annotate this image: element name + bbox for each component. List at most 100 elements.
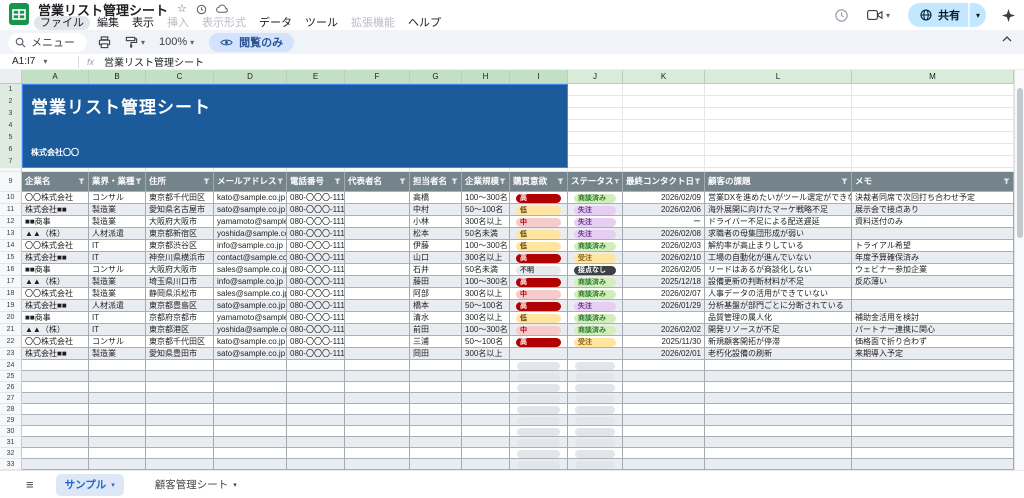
- empty-cell-K27[interactable]: [623, 393, 705, 404]
- empty-cell-J26[interactable]: [568, 382, 623, 393]
- print-button[interactable]: [95, 35, 114, 49]
- status-chip[interactable]: [575, 383, 615, 392]
- cell-J23[interactable]: [568, 348, 623, 360]
- empty-cell-G26[interactable]: [410, 382, 462, 393]
- empty-cell-C32[interactable]: [146, 448, 214, 459]
- cell-A20[interactable]: ■■商事: [22, 312, 89, 324]
- cell-K7[interactable]: [623, 156, 705, 168]
- cell-D22[interactable]: kato@sample.co.jp: [214, 336, 287, 348]
- empty-cell-D28[interactable]: [214, 404, 287, 415]
- cell-L21[interactable]: 開発リソースが不足: [705, 324, 852, 336]
- cell-J14[interactable]: 商談済み: [568, 240, 623, 252]
- empty-cell-F27[interactable]: [345, 393, 410, 404]
- view-mode-button[interactable]: 閲覧のみ: [209, 32, 295, 52]
- row-header-18[interactable]: 18: [0, 288, 22, 300]
- menu-データ[interactable]: データ: [253, 16, 298, 30]
- cell-H11[interactable]: 50〜100名: [462, 204, 510, 216]
- cell-H20[interactable]: 300名以上: [462, 312, 510, 324]
- intent-chip[interactable]: 中: [516, 217, 561, 227]
- cell-D10[interactable]: kato@sample.co.jp: [214, 192, 287, 204]
- empty-cell-E28[interactable]: [287, 404, 345, 415]
- cell-J2[interactable]: [568, 96, 623, 108]
- cell-D19[interactable]: sato@sample.co.jp: [214, 300, 287, 312]
- cell-J13[interactable]: 失注: [568, 228, 623, 240]
- empty-cell-K28[interactable]: [623, 404, 705, 415]
- cell-G10[interactable]: 高橋: [410, 192, 462, 204]
- filter-icon[interactable]: [1003, 178, 1010, 185]
- empty-cell-K24[interactable]: [623, 360, 705, 371]
- cell-M17[interactable]: 反応薄い: [852, 276, 1014, 288]
- all-sheets-icon[interactable]: ≡: [26, 477, 34, 492]
- intent-chip[interactable]: [517, 460, 560, 469]
- cell-L6[interactable]: [705, 144, 852, 156]
- empty-cell-D33[interactable]: [214, 459, 287, 470]
- intent-chip[interactable]: [517, 383, 560, 392]
- meet-video-button[interactable]: ▾: [864, 9, 893, 21]
- status-chip[interactable]: [575, 438, 615, 447]
- sheets-logo-icon[interactable]: [8, 3, 30, 25]
- empty-cell-D24[interactable]: [214, 360, 287, 371]
- cell-B19[interactable]: 人材派遣: [89, 300, 146, 312]
- cell-E10[interactable]: 080-〇〇〇-1111: [287, 192, 345, 204]
- empty-cell-A31[interactable]: [22, 437, 89, 448]
- cell-C12[interactable]: 大阪府大阪市: [146, 216, 214, 228]
- cell-K12[interactable]: ー: [623, 216, 705, 228]
- cell-H17[interactable]: 100〜300名: [462, 276, 510, 288]
- empty-cell-J29[interactable]: [568, 415, 623, 426]
- cell-H19[interactable]: 50〜100名: [462, 300, 510, 312]
- cell-F23[interactable]: [345, 348, 410, 360]
- cell-I21[interactable]: 中: [510, 324, 568, 336]
- menu-ヘルプ[interactable]: ヘルプ: [402, 16, 447, 30]
- intent-chip[interactable]: 低: [516, 241, 561, 251]
- empty-cell-I26[interactable]: [510, 382, 568, 393]
- menu-編集[interactable]: 編集: [91, 16, 125, 30]
- empty-cell-H26[interactable]: [462, 382, 510, 393]
- cell-D13[interactable]: yoshida@sample.co.jp: [214, 228, 287, 240]
- intent-chip[interactable]: [517, 405, 560, 414]
- cell-B22[interactable]: コンサル: [89, 336, 146, 348]
- cell-A18[interactable]: 〇〇株式会社: [22, 288, 89, 300]
- cell-M7[interactable]: [852, 156, 1014, 168]
- cell-M2[interactable]: [852, 96, 1014, 108]
- cell-L12[interactable]: ドライバー不足による配送遅延: [705, 216, 852, 228]
- cell-I20[interactable]: 低: [510, 312, 568, 324]
- cell-J15[interactable]: 受注: [568, 252, 623, 264]
- empty-cell-D26[interactable]: [214, 382, 287, 393]
- empty-cell-H30[interactable]: [462, 426, 510, 437]
- cell-A11[interactable]: 株式会社■■: [22, 204, 89, 216]
- cell-J10[interactable]: 商談済み: [568, 192, 623, 204]
- cell-I17[interactable]: 高: [510, 276, 568, 288]
- cell-E20[interactable]: 080-〇〇〇-1117: [287, 312, 345, 324]
- empty-cell-B31[interactable]: [89, 437, 146, 448]
- empty-cell-F32[interactable]: [345, 448, 410, 459]
- cell-A12[interactable]: ■■商事: [22, 216, 89, 228]
- empty-cell-E32[interactable]: [287, 448, 345, 459]
- empty-cell-B26[interactable]: [89, 382, 146, 393]
- empty-cell-H24[interactable]: [462, 360, 510, 371]
- cell-F10[interactable]: [345, 192, 410, 204]
- empty-cell-L24[interactable]: [705, 360, 852, 371]
- cell-L13[interactable]: 求職者の母集団形成が弱い: [705, 228, 852, 240]
- status-chip[interactable]: [575, 372, 615, 381]
- cell-D16[interactable]: sales@sample.co.jp: [214, 264, 287, 276]
- empty-cell-M26[interactable]: [852, 382, 1014, 393]
- cell-L22[interactable]: 新規顧客開拓が停滞: [705, 336, 852, 348]
- cell-B23[interactable]: 製造業: [89, 348, 146, 360]
- empty-cell-E24[interactable]: [287, 360, 345, 371]
- empty-cell-F26[interactable]: [345, 382, 410, 393]
- cell-I23[interactable]: [510, 348, 568, 360]
- row-header-15[interactable]: 15: [0, 252, 22, 264]
- menu-表示[interactable]: 表示: [126, 16, 160, 30]
- cell-H23[interactable]: 300名以上: [462, 348, 510, 360]
- cell-F16[interactable]: [345, 264, 410, 276]
- cell-D23[interactable]: sato@sample.co.jp: [214, 348, 287, 360]
- cloud-saved-icon[interactable]: [215, 4, 229, 14]
- cell-L17[interactable]: 設備更新の判断材料が不足: [705, 276, 852, 288]
- cell-K3[interactable]: [623, 108, 705, 120]
- empty-cell-G28[interactable]: [410, 404, 462, 415]
- filter-icon[interactable]: [557, 178, 564, 185]
- cell-F9[interactable]: 代表者名: [345, 172, 410, 192]
- empty-cell-M27[interactable]: [852, 393, 1014, 404]
- cell-B16[interactable]: コンサル: [89, 264, 146, 276]
- status-chip[interactable]: [575, 449, 615, 458]
